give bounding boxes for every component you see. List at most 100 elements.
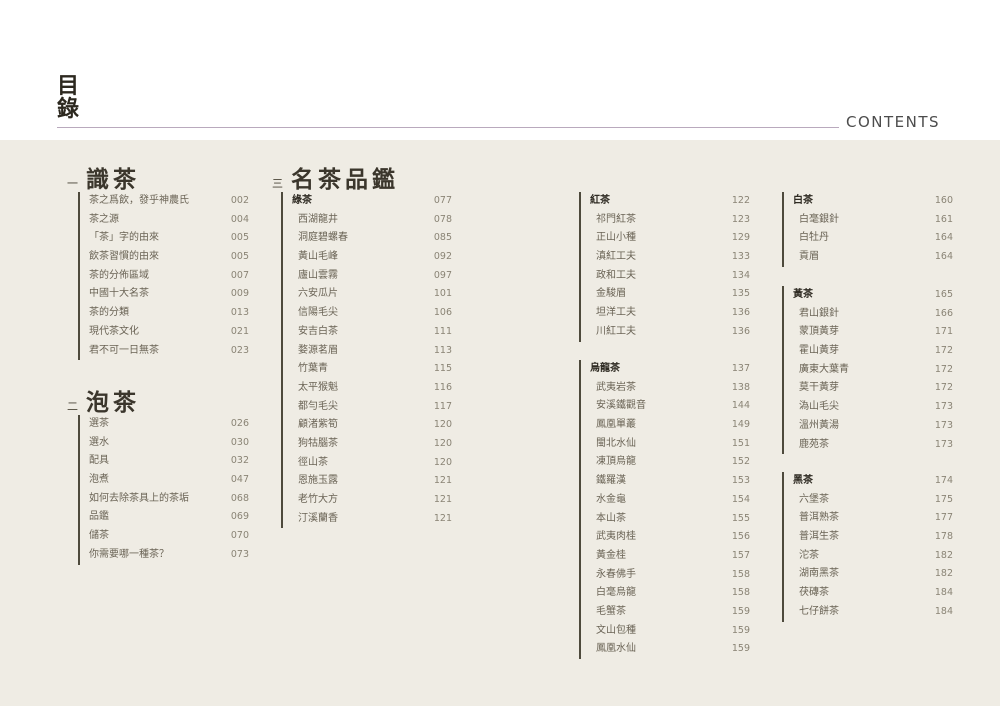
toc-entry-page: 159 — [731, 605, 750, 617]
toc-entry-label: 君山銀針 — [799, 307, 839, 319]
toc-entry-page: 158 — [731, 568, 750, 580]
toc-entry-label: 鳳凰單叢 — [596, 419, 636, 431]
toc-entry-page: 004 — [230, 213, 249, 225]
toc-entry: 普洱熟茶 177 — [793, 509, 953, 528]
toc-category-entry: 黑茶 174 — [793, 472, 953, 491]
toc-entry-page: 073 — [230, 548, 249, 560]
toc-entry-label: 鳳凰水仙 — [596, 643, 636, 655]
toc-entry: 沱茶 182 — [793, 547, 953, 566]
toc-entry-page: 133 — [731, 251, 750, 263]
toc-entry: 滇紅工夫 133 — [590, 248, 750, 267]
toc-entry-page: 026 — [230, 418, 249, 429]
toc-entry-label: 六堡茶 — [799, 493, 829, 505]
toc-entry: 武夷岩茶 138 — [590, 379, 750, 398]
toc-entry-label: 湖南黑茶 — [799, 568, 839, 580]
section-heading-know: 一 識茶 — [67, 160, 140, 194]
toc-entry-page: 121 — [433, 512, 452, 524]
header: 目 錄 CONTENTS — [0, 0, 1000, 140]
toc-entry-page: 070 — [230, 530, 249, 542]
toc-entry-page: 136 — [731, 307, 750, 319]
toc-entry-label: 老竹大方 — [298, 494, 338, 505]
toc-entry-label: 「茶」字的由來 — [89, 232, 159, 244]
toc-entry-page: 178 — [934, 531, 953, 543]
toc-entry-page: 153 — [731, 475, 750, 487]
section-title: 名茶品鑑 — [291, 166, 399, 193]
toc-entry-page: 122 — [731, 195, 750, 206]
toc-entry-page: 165 — [934, 289, 953, 300]
toc-entry-label: 現代茶文化 — [89, 325, 139, 337]
toc-entry-label: 黑茶 — [793, 475, 813, 486]
section-title: 泡茶 — [86, 389, 140, 416]
toc-entry: 鳳凰單叢 149 — [590, 416, 750, 435]
toc-entry-page: 121 — [433, 475, 452, 487]
toc-entry-label: 如何去除茶具上的茶垢 — [89, 492, 189, 504]
toc-entry-label: 貢眉 — [799, 251, 819, 263]
toc-entry: 永春佛手 158 — [590, 566, 750, 585]
toc-entry: 選水 030 — [89, 434, 249, 453]
toc-entry-label: 白牡丹 — [799, 232, 829, 244]
toc-entry: 茯磚茶 184 — [793, 584, 953, 603]
toc-entry: 信陽毛尖 106 — [292, 304, 452, 323]
toc-entry-label: 烏龍茶 — [590, 363, 620, 374]
toc-entry-label: 婺源茗眉 — [298, 344, 338, 356]
toc-entry: 狗牯腦茶 120 — [292, 435, 452, 454]
toc-entry-label: 金駿眉 — [596, 288, 626, 300]
toc-entry-label: 中國十大名茶 — [89, 288, 149, 300]
toc-list-know: 茶之爲飲，發乎神農氏 002 茶之源 004 「茶」字的由來 005 飲茶習慣的由來 005 茶… — [78, 192, 249, 361]
toc-entry-page: 157 — [731, 549, 750, 561]
toc-entry: 竹葉青 115 — [292, 360, 452, 379]
toc-entry-label: 霍山黃芽 — [799, 345, 839, 357]
toc-entry-page: 101 — [433, 288, 452, 300]
toc-entry: 汀溪蘭香 121 — [292, 510, 452, 529]
toc-entry: 黃金桂 157 — [590, 547, 750, 566]
toc-entry-label: 品鑑 — [89, 511, 109, 523]
toc-entry-page: 136 — [731, 325, 750, 337]
toc-entry-page: 164 — [934, 232, 953, 244]
toc-entry-label: 沱茶 — [799, 549, 819, 561]
toc-entry-label: 茶的分類 — [89, 307, 129, 319]
toc-entry-page: 149 — [731, 419, 750, 431]
toc-entry: 水金龜 154 — [590, 491, 750, 510]
toc-entry-label: 閩北水仙 — [596, 437, 636, 449]
toc-entry-label: 廬山雲霧 — [298, 269, 338, 281]
toc-entry: 普洱生茶 178 — [793, 528, 953, 547]
toc-entry-page: 116 — [433, 381, 452, 393]
toc-entry-label: 汀溪蘭香 — [298, 512, 338, 524]
toc-list-oolong-tea: 烏龍茶 137 武夷岩茶 138 安溪鐵觀音 144 鳳凰單叢 149 閩北水仙 151 凍頂烏龍 1… — [579, 360, 750, 659]
toc-body: 一 識茶 茶之爲飲，發乎神農氏 002 茶之源 004 「茶」字的由來 005 飲茶習慣的由… — [0, 140, 1000, 706]
toc-entry-page: 007 — [230, 269, 249, 281]
toc-entry-page: 151 — [731, 437, 750, 449]
toc-entry-page: 097 — [433, 269, 452, 281]
toc-entry: 恩施玉露 121 — [292, 472, 452, 491]
toc-entry-label: 溫州黃湯 — [799, 419, 839, 431]
toc-entry-label: 茶之爲飲，發乎神農氏 — [89, 195, 189, 206]
toc-entry: 閩北水仙 151 — [590, 435, 750, 454]
toc-entry-label: 凍頂烏龍 — [596, 456, 636, 468]
toc-entry-label: 文山包種 — [596, 624, 636, 636]
toc-entry: 徑山茶 120 — [292, 454, 452, 473]
toc-entry-label: 茯磚茶 — [799, 587, 829, 599]
toc-entry: 茶的分佈區域 007 — [89, 267, 249, 286]
toc-entry: 坦洋工夫 136 — [590, 304, 750, 323]
toc-entry-page: 030 — [230, 436, 249, 448]
toc-entry-label: 鹿苑茶 — [799, 438, 829, 450]
toc-entry-page: 013 — [230, 307, 249, 319]
toc-entry: 君不可一日無茶 023 — [89, 342, 249, 361]
toc-entry-label: 你需要哪一種茶？ — [89, 548, 169, 560]
toc-entry-page: 023 — [230, 344, 249, 356]
toc-entry-page: 172 — [934, 345, 953, 357]
toc-entry-label: 蒙頂黃芽 — [799, 326, 839, 338]
toc-entry: 茶之爲飲，發乎神農氏 002 — [89, 192, 249, 211]
toc-entry-label: 君不可一日無茶 — [89, 344, 159, 356]
toc-entry: 祁門紅茶 123 — [590, 211, 750, 230]
toc-entry-label: 選水 — [89, 436, 109, 448]
toc-entry-label: 綠茶 — [292, 195, 312, 206]
toc-category-entry: 綠茶 077 — [292, 192, 452, 211]
toc-entry-label: 武夷岩茶 — [596, 381, 636, 393]
toc-entry-page: 113 — [433, 344, 452, 356]
toc-entry-page: 002 — [230, 195, 249, 206]
toc-entry-label: 安溪鐵觀音 — [596, 400, 646, 412]
toc-entry-label: 飲茶習慣的由來 — [89, 251, 159, 263]
toc-entry: 正山小種 129 — [590, 229, 750, 248]
toc-entry-page: 106 — [433, 307, 452, 319]
